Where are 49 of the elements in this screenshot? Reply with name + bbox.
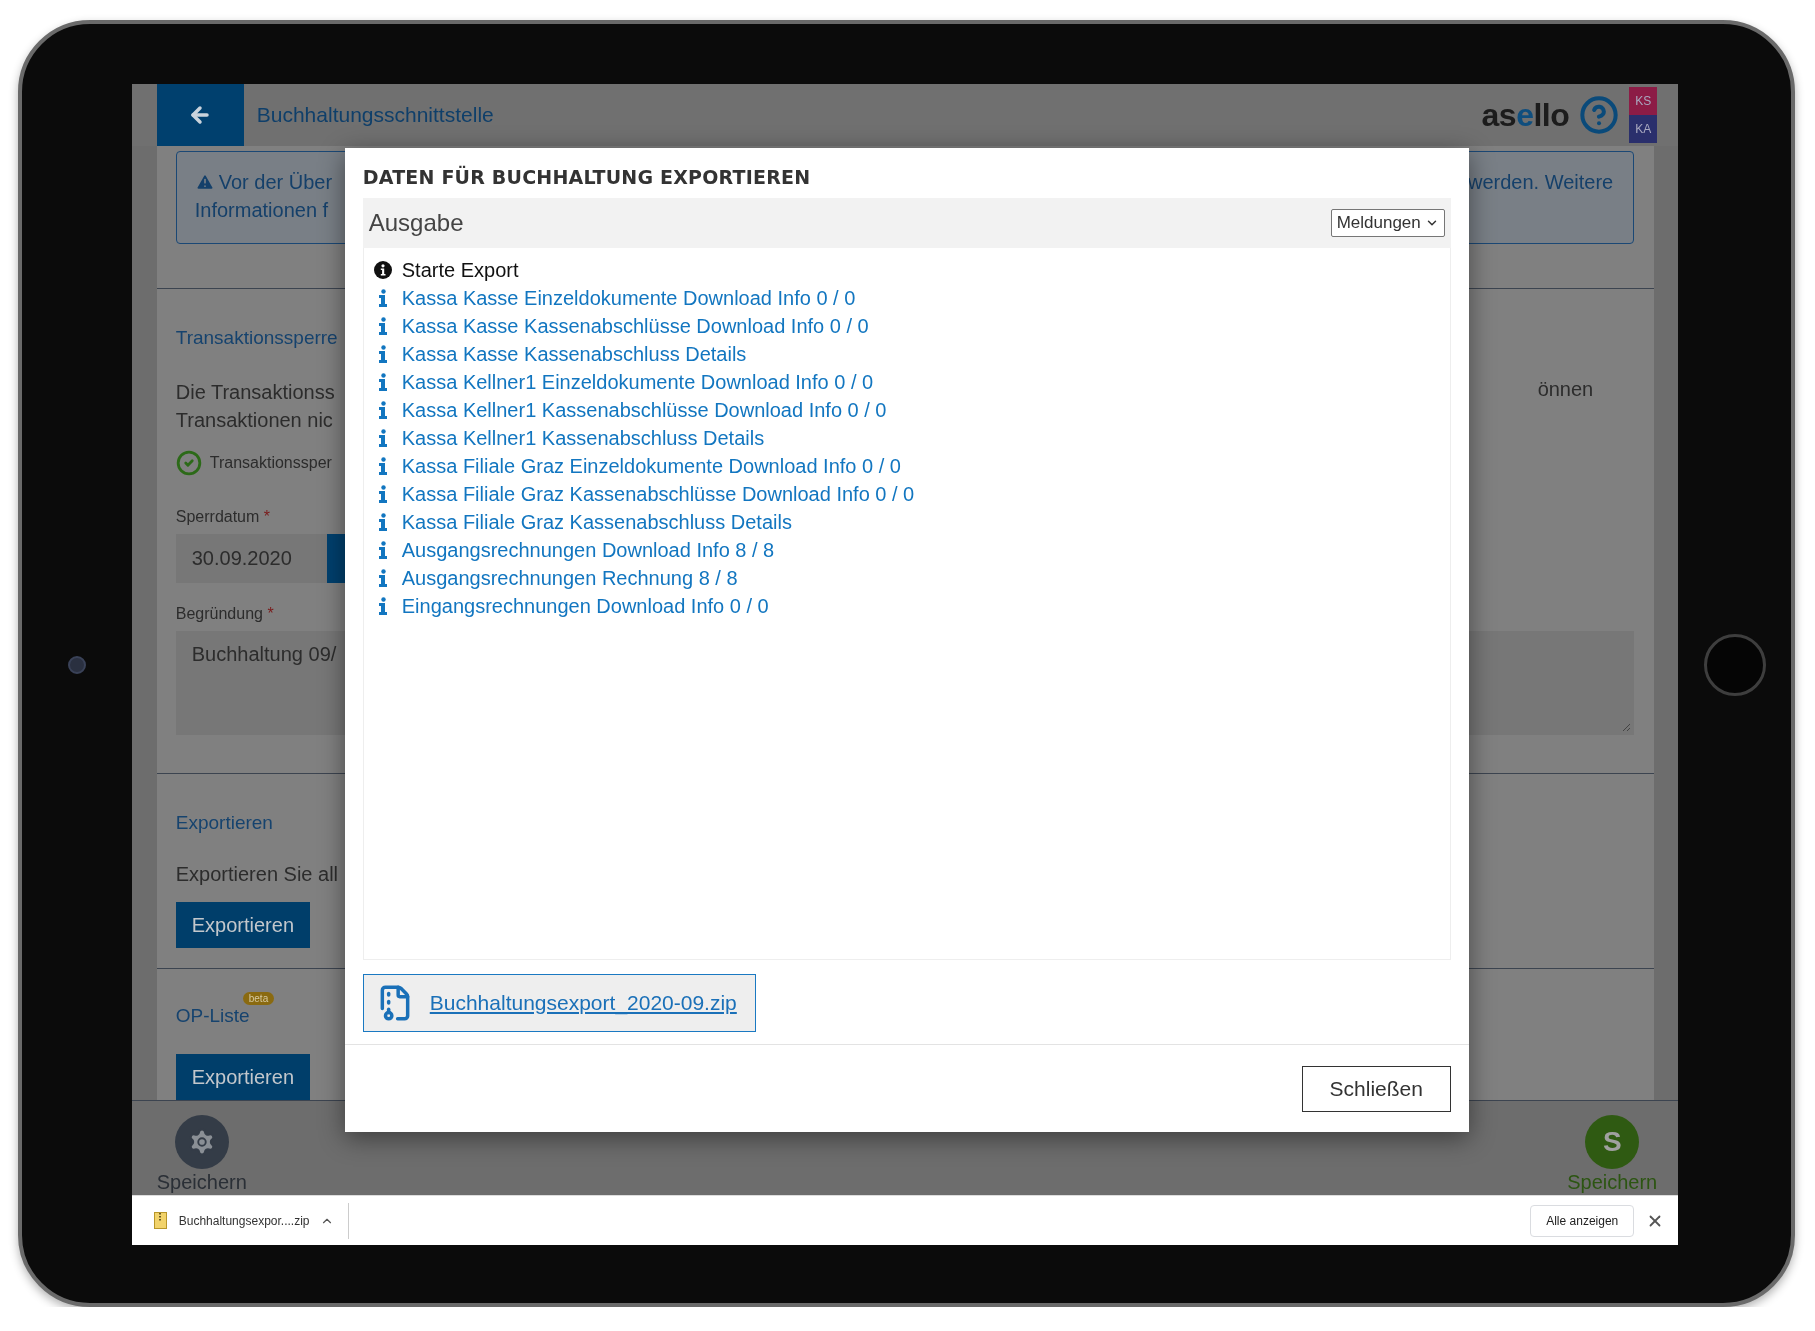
log-message: Kassa Kellner1 Einzeldokumente Download Info 0 / 0 [401,370,874,394]
close-button[interactable]: Schließen [1301,1065,1451,1112]
log-message: Kassa Filiale Graz Einzeldokumente Download Info 0 / 0 [401,454,901,478]
status-text: Transaktionssper [209,454,332,473]
back-button[interactable] [156,84,244,147]
description-text: önnen [1537,378,1594,402]
notice-text: Informationen f [194,198,330,224]
field-label: Sperrdatum * [175,508,271,527]
log-message: Kassa Filiale Graz Kassenabschluss Details [401,510,792,534]
camera-dot [67,655,86,674]
user-badge[interactable]: KS [1629,87,1658,116]
show-all-button[interactable]: Alle anzeigen [1530,1204,1635,1237]
log-message: Kassa Kellner1 Kassenabschlüsse Download Info 0 / 0 [401,398,887,422]
page-title: Buchhaltungsschnittstelle [256,103,494,128]
log-message: Kassa Kellner1 Kassenabschluss Details [401,426,765,450]
notice-text: werden. Weitere [1468,170,1614,196]
notice-text: Vor der Über [194,168,333,197]
log-message: Kassa Kasse Kassenabschluss Details [401,342,747,366]
dialog-title: DATEN FÜR BUCHHALTUNG EXPORTIEREN [362,166,812,188]
log-message: Eingangsrechnungen Download Info 0 / 0 [401,594,769,618]
log-message: Starte Export [401,258,519,282]
resize-grip-icon[interactable] [1622,723,1632,733]
check-circle-icon [175,450,202,477]
download-file-name[interactable]: Buchhaltungsexpor....zip [178,1213,310,1228]
section-heading: Transaktionssperre [175,327,338,350]
section-heading: OP-Liste [175,1005,250,1028]
section-heading: Exportieren [175,812,273,835]
user-badge[interactable]: KA [1629,115,1658,144]
help-icon[interactable] [1579,95,1620,136]
description-text: Exportieren Sie all [175,862,340,888]
log-message: Ausgangsrechnungen Download Info 8 / 8 [401,538,775,562]
output-label: Ausgabe [368,209,464,237]
export-button[interactable]: Exportieren [175,902,311,949]
brand-logo: asello [1481,96,1570,134]
beta-badge: beta [242,992,275,1006]
log-message: Kassa Kasse Kassenabschlüsse Download Info 0 / 0 [401,314,869,338]
description-text: Die Transaktionss [175,380,335,406]
download-link[interactable]: Buchhaltungsexport_2020-09.zip [429,991,737,1015]
description-text: Transaktionen nic [175,408,334,434]
log-message: Kassa Filiale Graz Kassenabschlüsse Download Info 0 / 0 [401,482,915,506]
log-message: Ausgangsrechnungen Rechnung 8 / 8 [401,566,738,590]
info-icon [373,261,392,279]
field-label: Begründung * [175,605,274,624]
filter-dropdown[interactable]: Meldungen [1330,209,1445,237]
footer-label: Speichern [1567,1171,1658,1195]
zip-file-icon [153,1212,167,1230]
footer-label: Speichern [156,1171,247,1195]
export-button[interactable]: Exportieren [175,1054,311,1101]
log-message: Kassa Kasse Einzeldokumente Download Info 0 / 0 [401,286,856,310]
